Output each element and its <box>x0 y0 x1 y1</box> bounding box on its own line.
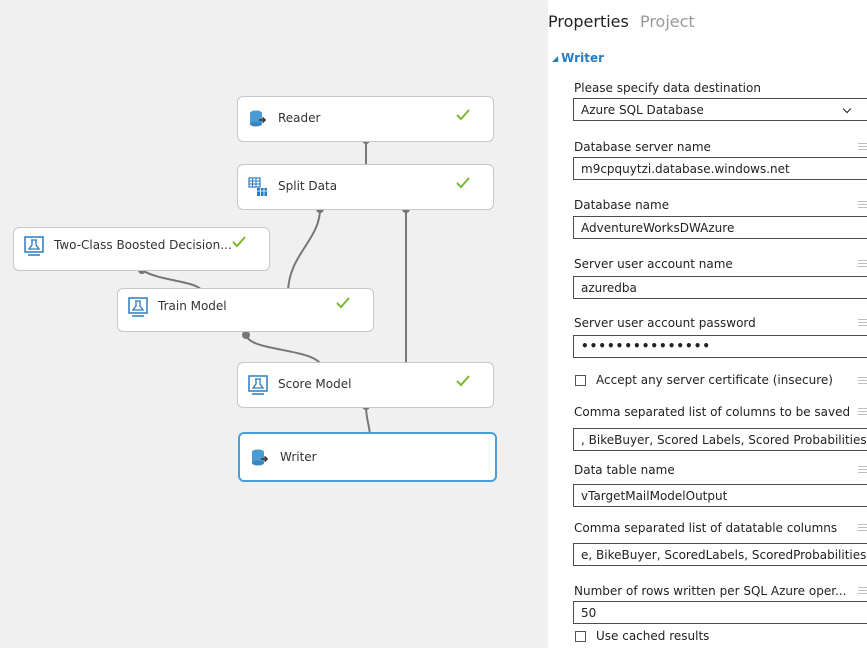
panel-tabs: Properties Project <box>548 12 695 31</box>
tab-properties[interactable]: Properties <box>548 12 629 31</box>
database-name-field[interactable]: AdventureWorksDWAzure <box>573 216 867 239</box>
destination-label: Please specify data destination <box>574 81 761 95</box>
check-icon <box>456 177 470 189</box>
drag-handle-icon[interactable] <box>858 466 867 474</box>
output-port <box>242 331 250 339</box>
module-train-model[interactable]: Train Model <box>117 288 374 332</box>
drag-handle-icon[interactable] <box>858 319 867 327</box>
user-name-label: Server user account name <box>574 257 733 271</box>
table-name-field[interactable]: vTargetMailModelOutput <box>573 484 867 507</box>
module-label: Writer <box>280 450 317 464</box>
rows-per-operation-field[interactable]: 50 <box>573 601 867 624</box>
server-name-field[interactable]: m9cpquytzi.database.windows.net <box>573 157 867 180</box>
rows-per-operation-label: Number of rows written per SQL Azure ope… <box>574 584 847 598</box>
module-reader[interactable]: Reader <box>237 96 494 142</box>
model-icon <box>248 375 268 395</box>
use-cached-results-label: Use cached results <box>596 629 710 643</box>
check-icon <box>232 236 246 248</box>
module-label: Train Model <box>158 299 227 313</box>
accept-certificate-label: Accept any server certificate (insecure) <box>596 373 833 387</box>
user-name-field[interactable]: azuredba <box>573 276 867 299</box>
module-split-data[interactable]: Split Data <box>237 164 494 210</box>
section-title: Writer <box>561 51 605 65</box>
table-name-label: Data table name <box>574 463 675 477</box>
module-label: Reader <box>278 111 321 125</box>
connector-split-train <box>287 208 321 294</box>
drag-handle-icon[interactable] <box>858 408 867 416</box>
password-label: Server user account password <box>574 316 756 330</box>
model-icon <box>24 236 44 256</box>
server-name-label: Database server name <box>574 140 711 154</box>
check-icon <box>456 375 470 387</box>
database-reader-icon <box>250 110 267 127</box>
split-data-icon <box>248 177 267 196</box>
check-icon <box>336 297 350 309</box>
destination-select[interactable]: Azure SQL Database <box>573 98 867 121</box>
accept-certificate-checkbox[interactable]: Accept any server certificate (insecure) <box>575 373 833 387</box>
module-label: Two-Class Boosted Decision... <box>54 238 232 252</box>
section-header-writer[interactable]: ◢ Writer <box>552 51 604 65</box>
datatable-columns-field[interactable]: e, BikeBuyer, ScoredLabels, ScoredProbab… <box>573 543 867 566</box>
experiment-canvas[interactable]: Reader Split Data Two-Class Boosted Deci… <box>0 0 548 648</box>
database-writer-icon <box>252 449 269 466</box>
datatable-columns-label: Comma separated list of datatable column… <box>574 521 838 535</box>
use-cached-results-checkbox[interactable]: Use cached results <box>575 629 709 643</box>
drag-handle-icon[interactable] <box>858 524 867 532</box>
columns-label: Comma separated list of columns to be sa… <box>574 405 851 419</box>
module-two-class-boosted[interactable]: Two-Class Boosted Decision... <box>13 227 270 271</box>
drag-handle-icon[interactable] <box>858 201 867 209</box>
module-score-model[interactable]: Score Model <box>237 362 494 408</box>
module-label: Score Model <box>278 377 352 391</box>
module-label: Split Data <box>278 179 338 193</box>
drag-handle-icon[interactable] <box>858 260 867 268</box>
drag-handle-icon[interactable] <box>858 143 867 151</box>
database-name-label: Database name <box>574 198 670 212</box>
module-writer[interactable]: Writer <box>238 432 497 482</box>
model-icon <box>128 297 148 317</box>
drag-handle-icon[interactable] <box>858 587 867 595</box>
columns-field[interactable]: , BikeBuyer, Scored Labels, Scored Proba… <box>573 428 867 451</box>
checkbox-box[interactable] <box>575 631 586 642</box>
properties-panel: Properties Project ◢ Writer Please specif… <box>548 0 867 648</box>
check-icon <box>456 109 470 121</box>
checkbox-box[interactable] <box>575 375 586 386</box>
collapse-triangle-icon: ◢ <box>552 54 559 63</box>
tab-project[interactable]: Project <box>640 12 695 31</box>
password-field[interactable]: ••••••••••••••• <box>573 335 867 358</box>
drag-handle-icon[interactable] <box>858 377 867 385</box>
